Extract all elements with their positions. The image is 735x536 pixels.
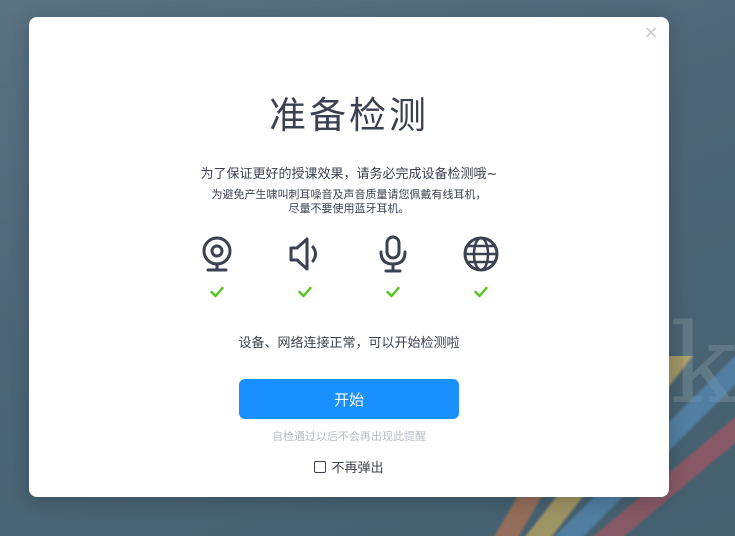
device-network — [459, 234, 503, 298]
webcam-icon — [202, 236, 232, 272]
hint-text: 自检通过以后不会再出现此提醒 — [272, 430, 426, 443]
close-icon[interactable]: × — [643, 24, 659, 42]
globe-icon — [463, 236, 499, 272]
dont-show-again-label[interactable]: 不再弹出 — [331, 461, 383, 476]
check-icon — [298, 286, 312, 298]
dont-show-again[interactable]: 不再弹出 — [29, 457, 669, 476]
headphone-note: 为避免产生啸叫刺耳噪音及声音质量请您佩戴有线耳机， 尽量不要使用蓝牙耳机。 — [29, 188, 669, 216]
start-button[interactable]: 开始 — [239, 379, 459, 419]
device-status-list — [29, 234, 669, 304]
dialog-subtitle: 为了保证更好的授课效果，请务必完成设备检测哦~ — [200, 167, 498, 182]
device-check-dialog: × 准备检测 为了保证更好的授课效果，请务必完成设备检测哦~ 为避免产生啸叫刺耳… — [29, 17, 669, 497]
headphone-note-line2: 尽量不要使用蓝牙耳机。 — [288, 202, 410, 215]
dialog-title: 准备检测 — [269, 94, 429, 137]
status-message: 设备、网络连接正常，可以开始检测啦 — [238, 336, 460, 351]
dont-show-again-checkbox[interactable] — [314, 461, 327, 473]
microphone-icon — [379, 235, 407, 273]
check-icon — [210, 286, 224, 298]
device-microphone — [371, 234, 415, 298]
headphone-note-line1: 为避免产生啸叫刺耳噪音及声音质量请您佩戴有线耳机， — [211, 188, 487, 201]
check-icon — [474, 286, 488, 298]
speaker-icon — [289, 237, 317, 271]
check-icon — [386, 286, 400, 298]
device-speaker — [283, 234, 327, 298]
device-webcam — [195, 234, 239, 298]
